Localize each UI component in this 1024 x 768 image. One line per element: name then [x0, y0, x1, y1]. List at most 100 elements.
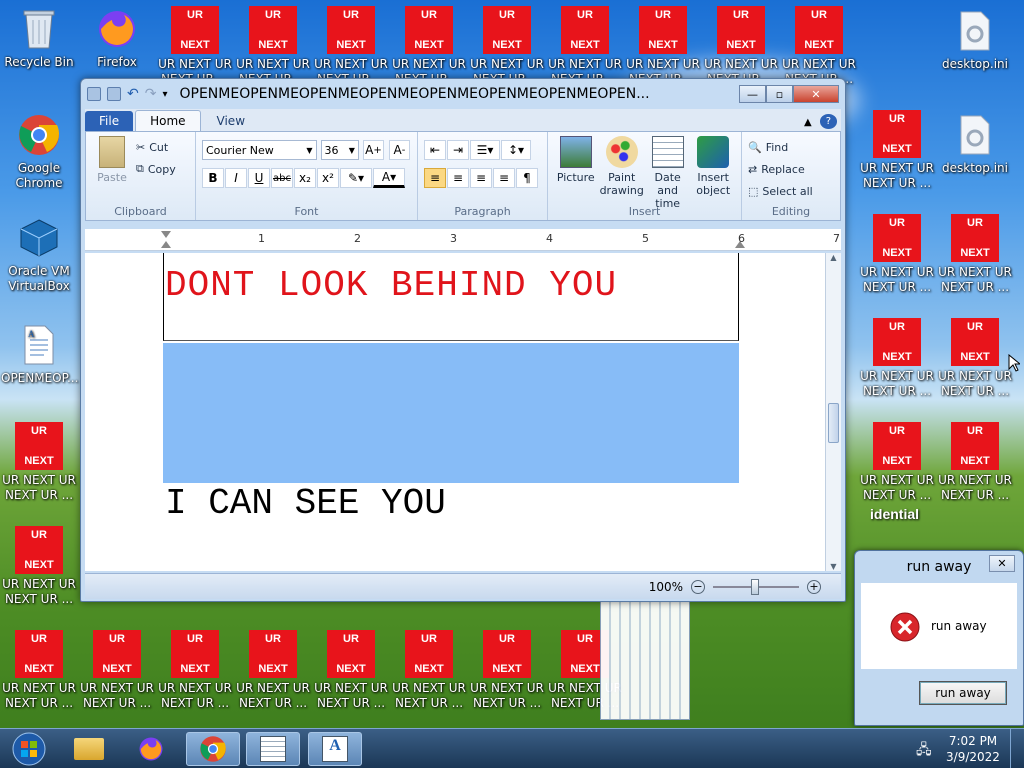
desktop-icon-firefox[interactable]: Firefox	[79, 6, 155, 70]
desktop-icon-ur-next[interactable]: URNEXTUR NEXT UR NEXT UR ...	[859, 318, 935, 399]
zoom-in-button[interactable]: +	[807, 579, 821, 594]
cut-button[interactable]: ✂ Cut	[136, 136, 176, 158]
save-icon[interactable]	[107, 87, 121, 101]
font-family-select[interactable]: Courier New ▼	[202, 140, 317, 160]
align-right-button[interactable]: ≡	[470, 168, 492, 188]
desktop-icon-ur-next[interactable]: URNEXTUR NEXT UR NEXT UR ...	[391, 630, 467, 711]
shrink-font-button[interactable]: A-	[388, 140, 410, 160]
paste-button[interactable]: Paste	[92, 136, 132, 184]
maximize-button[interactable]: ▫	[766, 85, 793, 103]
desktop-icon-ur-next[interactable]: URNEXTUR NEXT UR NEXT UR ...	[937, 214, 1013, 295]
desktop-icon-desktop-ini-1[interactable]: desktop.ini	[937, 8, 1013, 72]
strikethrough-button[interactable]: abc	[271, 168, 293, 188]
taskbar-chrome[interactable]	[186, 732, 240, 766]
scroll-thumb[interactable]	[828, 403, 839, 443]
desktop-icon-ur-next[interactable]: URNEXTUR NEXT UR NEXT UR ...	[391, 6, 467, 87]
taskbar-notepad[interactable]	[246, 732, 300, 766]
message-box[interactable]: run away ✕ run away run away	[854, 550, 1024, 726]
desktop-icon-ur-next[interactable]: URNEXTUR NEXT UR NEXT UR ...	[859, 422, 935, 503]
desktop-icon-ur-next[interactable]: URNEXTUR NEXT UR NEXT UR ...	[469, 6, 545, 87]
align-center-button[interactable]: ≡	[447, 168, 469, 188]
run-away-button[interactable]: run away	[919, 681, 1007, 705]
zoom-slider[interactable]	[713, 578, 799, 595]
increase-indent-button[interactable]: ⇥	[447, 140, 469, 160]
help-icon[interactable]: ?	[819, 114, 837, 129]
message-box-close-button[interactable]: ✕	[989, 555, 1015, 572]
italic-button[interactable]: I	[225, 168, 247, 188]
desktop-icon-virtualbox[interactable]: Oracle VM VirtualBox	[1, 215, 77, 294]
zoom-slider-thumb[interactable]	[751, 578, 759, 595]
title-bar[interactable]: ↶ ↷ ▾ OPENMEOPENMEOPENMEOPENMEOPENMEOPEN…	[81, 79, 845, 109]
ruler[interactable]: 1 2 3 4 5 6 7	[85, 229, 841, 251]
desktop-icon-desktop-ini-2[interactable]: desktop.ini	[937, 112, 1013, 176]
undo-icon[interactable]: ↶	[127, 86, 139, 102]
desktop-icon-ur-next[interactable]: URNEXTUR NEXT UR NEXT UR ...	[235, 630, 311, 711]
zoom-out-button[interactable]: −	[691, 579, 705, 594]
desktop-icon-openme-file[interactable]: A OPENMEOP...	[1, 322, 78, 386]
desktop-icon-ur-next[interactable]: URNEXTUR NEXT UR NEXT UR ...	[79, 630, 155, 711]
replace-button[interactable]: ⇄ Replace	[748, 158, 834, 180]
subscript-button[interactable]: x₂	[294, 168, 316, 188]
desktop-icon-ur-next[interactable]: URNEXTUR NEXT UR NEXT UR ...	[625, 6, 701, 87]
decrease-indent-button[interactable]: ⇤	[424, 140, 446, 160]
start-button[interactable]	[2, 732, 56, 766]
highlight-color-button[interactable]: ✎▾	[340, 168, 372, 188]
desktop-icon-ur-next[interactable]: URNEXTUR NEXT UR NEXT UR ...	[859, 110, 935, 191]
desktop-icon-ur-next[interactable]: URNEXTUR NEXT UR NEXT UR ...	[235, 6, 311, 87]
desktop-icon-ur-next[interactable]: URNEXTUR NEXT UR NEXT UR ...	[313, 6, 389, 87]
customize-toolbar-icon[interactable]: ▾	[162, 89, 167, 100]
find-button[interactable]: 🔍 Find	[748, 136, 834, 158]
tab-file[interactable]: File	[85, 111, 134, 131]
desktop-icon-ur-next[interactable]: URNEXTUR NEXT UR NEXT UR ...	[937, 422, 1013, 503]
desktop-icon-ur-next[interactable]: URNEXTUR NEXT UR NEXT UR ...	[547, 6, 623, 87]
network-icon[interactable]: 🖧	[916, 739, 932, 763]
desktop-icon-ur-next[interactable]: URNEXTUR NEXT UR NEXT UR ...	[1, 526, 77, 607]
desktop-icon-ur-next[interactable]: URNEXTUR NEXT UR NEXT UR ...	[313, 630, 389, 711]
desktop-icon-ur-next[interactable]: URNEXTUR NEXT UR NEXT UR ...	[703, 6, 779, 87]
desktop-icon-ur-next[interactable]: URNEXTUR NEXT UR NEXT UR ...	[469, 630, 545, 711]
select-all-button[interactable]: ⬚ Select all	[748, 180, 834, 202]
wordpad-window[interactable]: ↶ ↷ ▾ OPENMEOPENMEOPENMEOPENMEOPENMEOPEN…	[80, 78, 846, 602]
desktop-icon-ur-next[interactable]: URNEXTUR NEXT UR NEXT UR ...	[781, 6, 857, 87]
minimize-button[interactable]: —	[739, 85, 766, 103]
desktop-icon-recycle-bin[interactable]: Recycle Bin	[1, 6, 77, 70]
superscript-button[interactable]: x²	[317, 168, 339, 188]
desktop-icon-ur-next[interactable]: URNEXTUR NEXT UR NEXT UR ...	[157, 630, 233, 711]
document-line-1[interactable]: DONT LOOK BEHIND YOU	[165, 265, 617, 306]
copy-button[interactable]: ⧉ Copy	[136, 158, 176, 180]
scroll-down-icon[interactable]: ▼	[826, 562, 841, 571]
paragraph-dialog-button[interactable]: ¶	[516, 168, 538, 188]
taskbar-wordpad[interactable]: A	[308, 732, 362, 766]
redo-icon[interactable]: ↷	[145, 86, 157, 102]
underline-button[interactable]: U	[248, 168, 270, 188]
tab-view[interactable]: View	[203, 111, 259, 131]
font-size-select[interactable]: 36 ▼	[320, 140, 359, 160]
line-spacing-button[interactable]: ↕▾	[501, 140, 531, 160]
close-button[interactable]: ✕	[793, 85, 839, 103]
scroll-up-icon[interactable]: ▲	[826, 253, 841, 262]
taskbar-explorer[interactable]	[62, 732, 116, 766]
bullets-button[interactable]: ☰▾	[470, 140, 500, 160]
vertical-scrollbar[interactable]: ▲ ▼	[825, 253, 841, 571]
left-indent-marker[interactable]	[161, 241, 171, 248]
desktop-icon-ur-next[interactable]: URNEXTUR NEXT UR NEXT UR ...	[937, 318, 1013, 399]
desktop-icon-ur-next[interactable]: URNEXTUR NEXT UR NEXT UR ...	[1, 422, 77, 503]
taskbar-firefox[interactable]	[124, 732, 178, 766]
clock[interactable]: 7:02 PM 3/9/2022	[944, 733, 1002, 765]
desktop-icon-ur-next[interactable]: URNEXTUR NEXT UR NEXT UR ...	[157, 6, 233, 87]
justify-button[interactable]: ≡	[493, 168, 515, 188]
text-color-button[interactable]: A▾	[373, 168, 405, 188]
show-desktop-button[interactable]	[1010, 729, 1024, 768]
bold-button[interactable]: B	[202, 168, 224, 188]
desktop-icon-ur-next[interactable]: URNEXTUR NEXT UR NEXT UR ...	[859, 214, 935, 295]
document-area[interactable]: DONT LOOK BEHIND YOU I CAN SEE YOU	[85, 253, 825, 571]
desktop-icon-google-chrome[interactable]: Google Chrome	[1, 112, 77, 191]
first-line-indent-marker[interactable]	[161, 231, 171, 238]
embedded-image[interactable]	[163, 343, 739, 483]
tab-home[interactable]: Home	[135, 110, 201, 131]
grow-font-button[interactable]: A +	[362, 140, 384, 160]
desktop-icon-ur-next[interactable]: URNEXTUR NEXT UR NEXT UR ...	[1, 630, 77, 711]
collapse-ribbon-icon[interactable]: ▲	[798, 114, 818, 131]
align-left-button[interactable]: ≡	[424, 168, 446, 188]
document-line-2[interactable]: I CAN SEE YOU	[165, 483, 446, 524]
